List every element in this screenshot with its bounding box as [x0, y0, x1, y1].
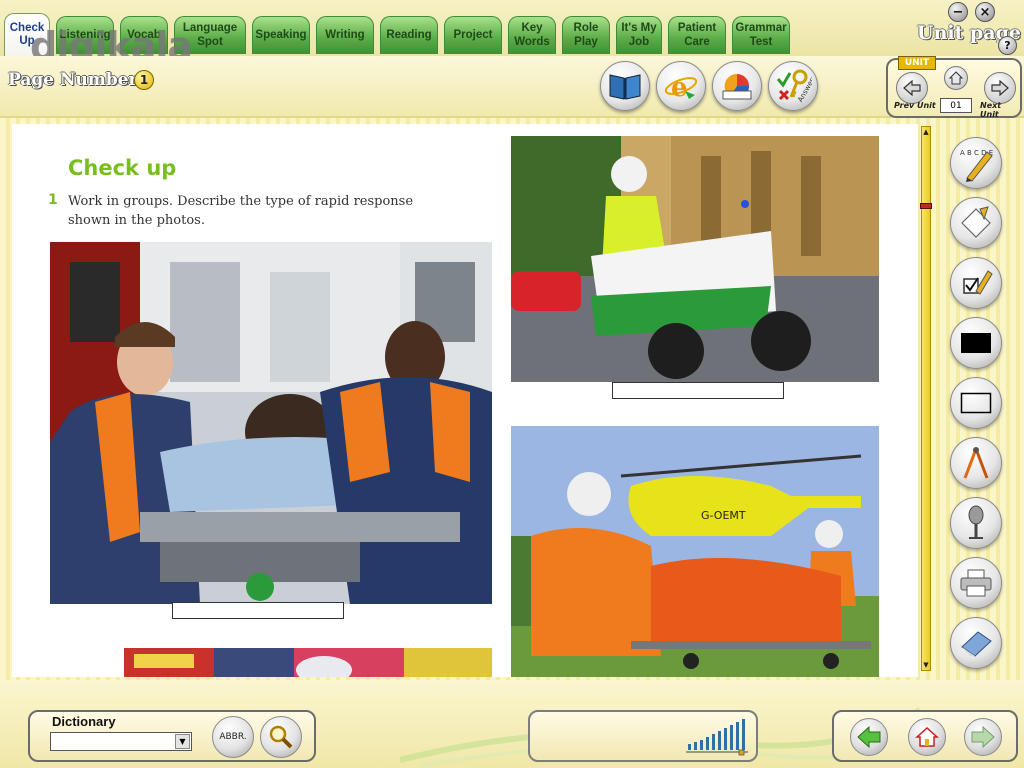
filled-rectangle-icon: [961, 333, 991, 353]
tab-key-words[interactable]: Key Words: [508, 16, 556, 54]
chart-button[interactable]: [712, 61, 762, 111]
arrow-right-icon: [971, 726, 995, 748]
tab-patient-care[interactable]: Patient Care: [668, 16, 726, 54]
motorcycle-paramedic-photo: [511, 136, 879, 382]
scroll-up-icon[interactable]: ▲: [922, 127, 930, 137]
answer-box-2[interactable]: [612, 382, 784, 399]
printer-icon: [960, 569, 992, 597]
answers-label: Answers: [796, 74, 812, 104]
arrow-left-icon: [857, 726, 881, 748]
compass-icon: [963, 447, 989, 479]
unit-navigation: UNIT Prev Unit Next Unit: [886, 56, 1022, 119]
volume-bars-icon[interactable]: [684, 716, 754, 756]
volume-panel: [528, 710, 758, 762]
book-page: Check up 1 Work in groups. Describe the …: [12, 124, 918, 677]
microphone-tool[interactable]: [950, 497, 1002, 549]
toolbar-row: [0, 56, 1024, 118]
answers-key-icon: Answers: [776, 69, 812, 104]
arrow-left-icon: [903, 80, 921, 96]
chart-icon: [722, 73, 752, 100]
magnifier-icon: [269, 725, 293, 749]
compass-tool[interactable]: [950, 437, 1002, 489]
ambulance-paramedics-photo: [50, 242, 492, 604]
partial-photo-strip: [124, 648, 492, 677]
page-number-badge: 1: [134, 70, 154, 90]
air-ambulance-photo: G-OEMT: [511, 426, 879, 677]
tab-its-my-job[interactable]: It's My Job: [616, 16, 662, 54]
home-button[interactable]: [908, 718, 946, 756]
chevron-down-icon[interactable]: ▼: [175, 734, 190, 749]
tab-role-play[interactable]: Role Play: [562, 16, 610, 54]
prev-unit-label: Prev Unit: [894, 101, 936, 110]
arrow-right-icon: [991, 80, 1009, 96]
dictionary-label: Dictionary: [52, 714, 116, 729]
tab-check-up[interactable]: Check Up: [4, 13, 50, 56]
house-icon: [949, 71, 963, 85]
tab-writing[interactable]: Writing: [316, 16, 374, 54]
eraser-tool[interactable]: [950, 617, 1002, 669]
help-button[interactable]: ?: [998, 36, 1017, 55]
page-number-label: Page Number: [8, 70, 138, 90]
close-button[interactable]: ×: [975, 2, 995, 22]
house-icon: [915, 726, 939, 747]
dictionary-panel: Dictionary ▼ ABBR.: [28, 710, 316, 762]
exercise-number: 1: [48, 192, 58, 208]
internet-button[interactable]: e: [656, 61, 706, 111]
answers-button[interactable]: Answers: [768, 61, 818, 111]
prev-unit-button[interactable]: [896, 72, 928, 104]
book-icon: [609, 74, 641, 100]
eraser-icon: [961, 631, 992, 657]
eraser-note-tool[interactable]: [950, 197, 1002, 249]
empty-rectangle-tool[interactable]: [950, 377, 1002, 429]
tab-bar: Check Up Listening Vocab Language Spot S…: [0, 0, 1024, 56]
svg-text:e: e: [671, 73, 688, 103]
tab-listening[interactable]: Listening: [56, 16, 114, 54]
next-page-button[interactable]: [964, 718, 1002, 756]
next-unit-button[interactable]: [984, 72, 1016, 104]
minimize-button[interactable]: −: [948, 2, 968, 22]
unit-tag: UNIT: [898, 56, 936, 70]
scroll-thumb[interactable]: [920, 203, 932, 209]
book-button[interactable]: [600, 61, 650, 111]
vertical-scrollbar[interactable]: ▲ ▼: [920, 126, 932, 671]
unit-number-input[interactable]: [940, 98, 972, 113]
dictionary-select[interactable]: ▼: [50, 732, 192, 751]
dictionary-search-button[interactable]: [260, 716, 302, 758]
next-unit-label: Next Unit: [980, 101, 1002, 119]
tab-project[interactable]: Project: [444, 16, 502, 54]
abbreviation-button[interactable]: ABBR.: [212, 716, 254, 758]
tab-speaking[interactable]: Speaking: [252, 16, 310, 54]
filled-rectangle-tool[interactable]: [950, 317, 1002, 369]
tab-vocab[interactable]: Vocab: [120, 16, 168, 54]
checkbox-pencil-icon: [963, 270, 993, 295]
exercise-instructions: Work in groups. Describe the type of rap…: [68, 194, 414, 228]
empty-rectangle-icon: [960, 392, 992, 414]
tab-language-spot[interactable]: Language Spot: [174, 16, 246, 54]
microphone-icon: [968, 505, 984, 539]
scroll-down-icon[interactable]: ▼: [922, 660, 930, 670]
tab-grammar-test[interactable]: Grammar Test: [732, 16, 790, 54]
tab-reading[interactable]: Reading: [380, 16, 438, 54]
abc-pencil-icon: A B C D E F G H I: [960, 149, 995, 182]
section-title: Check up: [68, 156, 177, 180]
svg-text:G-OEMT: G-OEMT: [701, 509, 746, 522]
previous-page-button[interactable]: [850, 718, 888, 756]
answer-box-1[interactable]: [172, 602, 344, 619]
unit-home-button[interactable]: [944, 66, 968, 90]
internet-explorer-icon: e: [664, 73, 698, 103]
abbreviation-label: ABBR.: [219, 732, 247, 742]
checkbox-tool[interactable]: [950, 257, 1002, 309]
page-navigation-panel: [832, 710, 1018, 762]
printer-tool[interactable]: [950, 557, 1002, 609]
abc-pencil-tool[interactable]: A B C D E F G H I: [950, 137, 1002, 189]
note-eraser-icon: [961, 206, 991, 238]
